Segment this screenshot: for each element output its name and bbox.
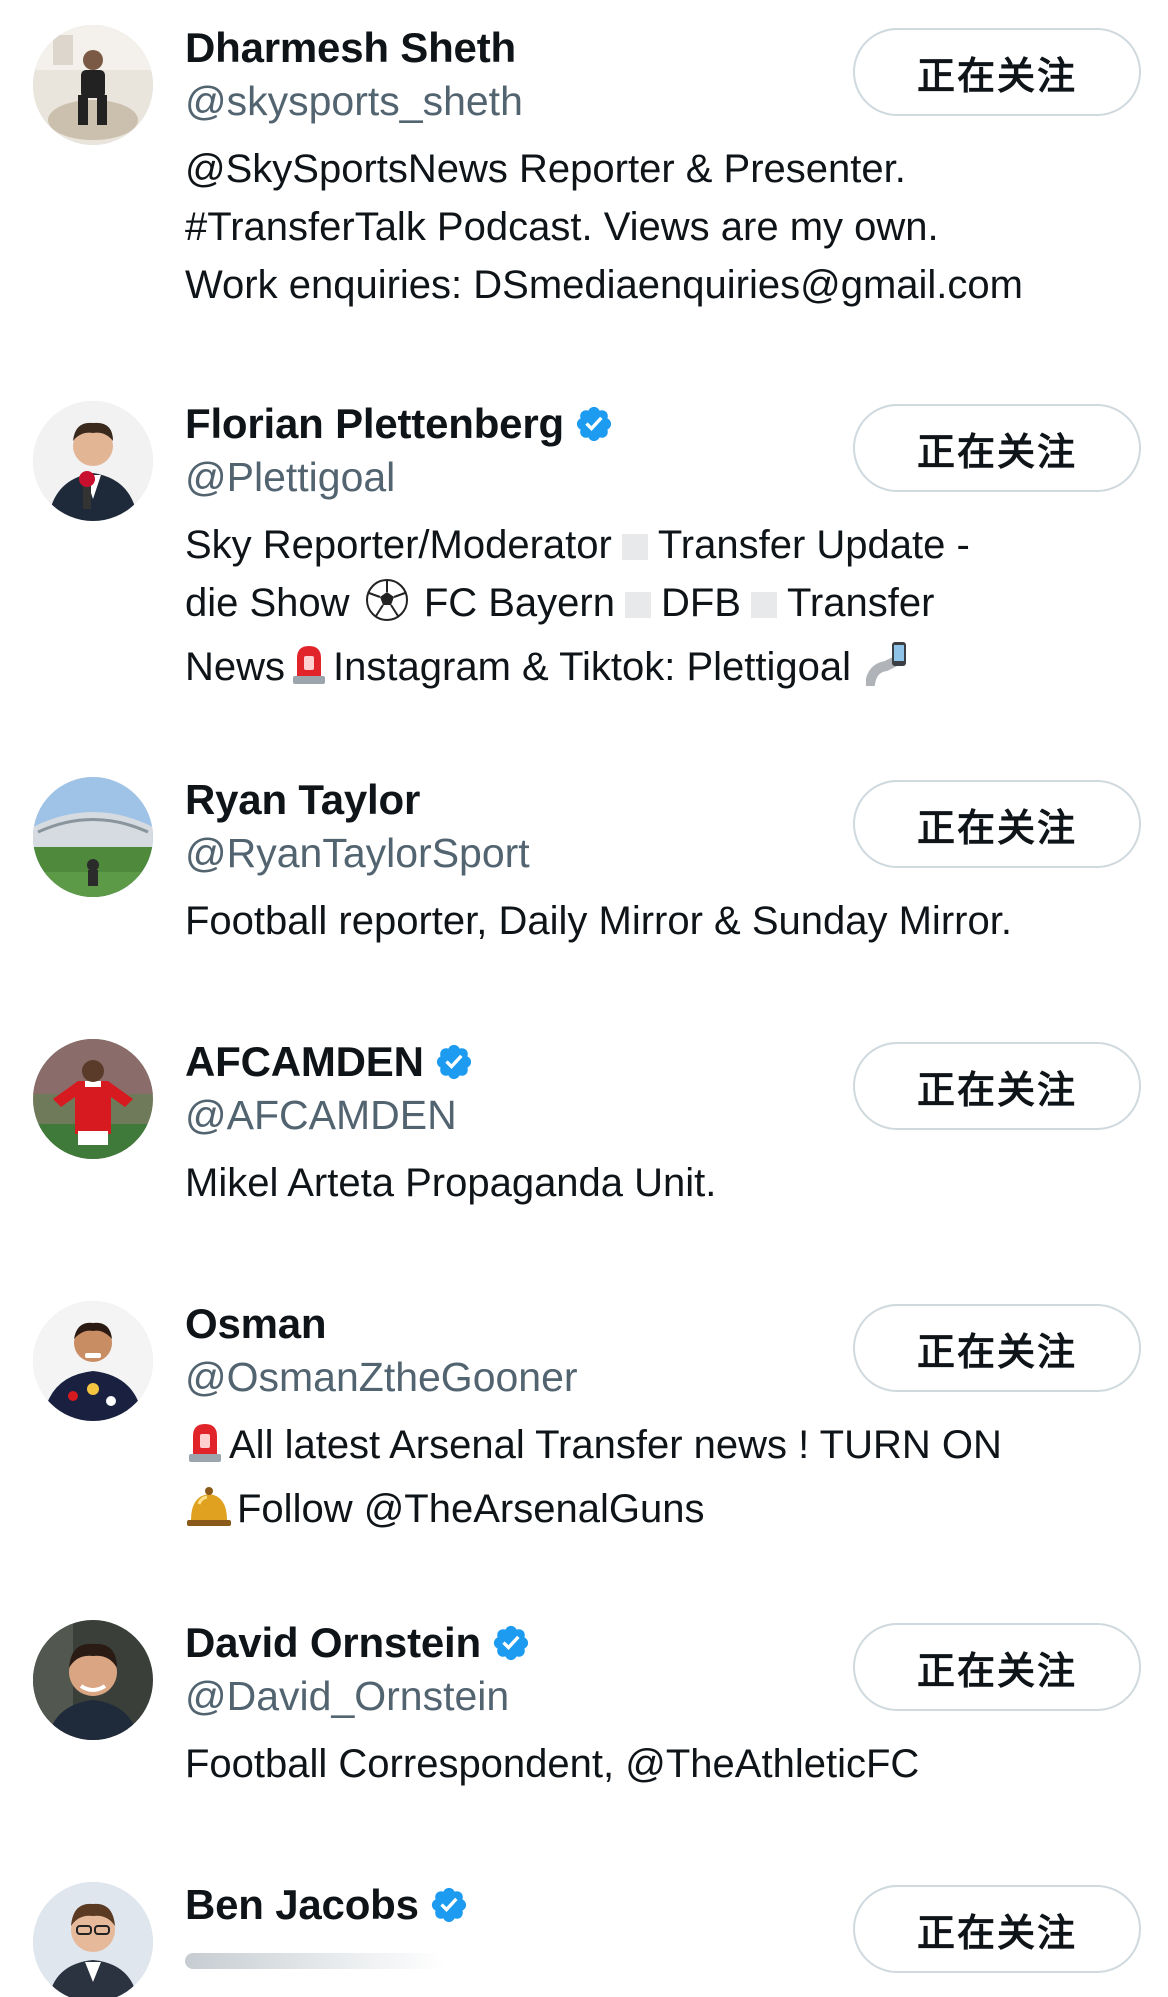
loading-placeholder <box>185 1953 445 1969</box>
user-name[interactable]: AFCAMDEN <box>185 1038 424 1086</box>
user-name[interactable]: Osman <box>185 1300 327 1348</box>
user-row-dharmesh-sheth[interactable]: Dharmesh Sheth @skysports_sheth @SkySpor… <box>0 0 1168 330</box>
user-row-ryan-taylor[interactable]: Ryan Taylor @RyanTaylorSport Football re… <box>0 752 1168 972</box>
following-button[interactable]: 正在关注 <box>853 780 1141 868</box>
avatar[interactable] <box>33 1301 153 1421</box>
following-list: Dharmesh Sheth @skysports_sheth @SkySpor… <box>0 0 1168 1997</box>
user-bio: Football Correspondent, @TheAthleticFC <box>185 1742 920 1786</box>
user-name[interactable]: Dharmesh Sheth <box>185 24 516 72</box>
rotating-light-icon <box>185 1418 225 1480</box>
user-name[interactable]: Florian Plettenberg <box>185 400 564 448</box>
following-button[interactable]: 正在关注 <box>853 1885 1141 1973</box>
bio-line: #TransferTalk Podcast. Views are my own. <box>185 205 939 249</box>
bio-text: Transfer Update - <box>657 523 970 567</box>
verified-badge-icon <box>434 1042 474 1082</box>
bio-text: DFB <box>660 581 741 625</box>
soccer-ball-icon <box>365 578 409 638</box>
avatar[interactable] <box>33 1620 153 1740</box>
following-button[interactable]: 正在关注 <box>853 1623 1141 1711</box>
user-row-florian-plettenberg[interactable]: Florian Plettenberg @Plettigoal Sky Repo… <box>0 376 1168 706</box>
user-name[interactable]: Ben Jacobs <box>185 1881 419 1929</box>
avatar[interactable] <box>33 401 153 521</box>
selfie-phone-icon <box>865 640 910 702</box>
avatar[interactable] <box>33 1039 153 1159</box>
bio-text: Follow @TheArsenalGuns <box>237 1487 705 1531</box>
verified-badge-icon <box>491 1623 531 1663</box>
square-glyph <box>621 534 648 560</box>
user-name[interactable]: David Ornstein <box>185 1619 481 1667</box>
bio-text: Instagram & Tiktok: Plettigoal <box>333 645 852 689</box>
bell-icon <box>185 1482 233 1544</box>
user-bio: Sky Reporter/Moderator Transfer Update - … <box>185 516 1148 702</box>
user-row-david-ornstein[interactable]: David Ornstein @David_Ornstein Football … <box>0 1595 1168 1815</box>
following-button[interactable]: 正在关注 <box>853 1304 1141 1392</box>
bio-text: Transfer <box>786 581 935 625</box>
bio-line: Work enquiries: DSmediaenquiries@gmail.c… <box>185 263 1023 307</box>
verified-badge-icon <box>574 404 614 444</box>
user-bio: All latest Arsenal Transfer news ! TURN … <box>185 1416 1148 1544</box>
bio-text: die Show <box>185 581 350 625</box>
user-bio: Mikel Arteta Propaganda Unit. <box>185 1161 717 1205</box>
user-bio: Football reporter, Daily Mirror & Sunday… <box>185 899 1012 943</box>
bio-text: FC Bayern <box>423 581 615 625</box>
following-button[interactable]: 正在关注 <box>853 1042 1141 1130</box>
bio-line: @SkySportsNews Reporter & Presenter. <box>185 147 906 191</box>
avatar[interactable] <box>33 777 153 897</box>
bio-text: News <box>185 645 286 689</box>
user-row-osman[interactable]: Osman @OsmanZtheGooner All latest Arsena… <box>0 1276 1168 1556</box>
rotating-light-icon <box>289 640 329 702</box>
avatar[interactable] <box>33 25 153 145</box>
user-name[interactable]: Ryan Taylor <box>185 776 420 824</box>
bio-text: All latest Arsenal Transfer news ! TURN … <box>229 1423 1002 1467</box>
following-button[interactable]: 正在关注 <box>853 28 1141 116</box>
user-row-ben-jacobs[interactable]: Ben Jacobs 正在关注 <box>0 1857 1168 1997</box>
square-glyph <box>750 592 777 618</box>
avatar[interactable] <box>33 1882 153 1997</box>
following-button[interactable]: 正在关注 <box>853 404 1141 492</box>
verified-badge-icon <box>429 1885 469 1925</box>
bio-text: Sky Reporter/Moderator <box>185 523 612 567</box>
user-bio: @SkySportsNews Reporter & Presenter. #Tr… <box>185 140 1148 314</box>
square-glyph <box>624 592 651 618</box>
user-row-afcamden[interactable]: AFCAMDEN @AFCAMDEN Mikel Arteta Propagan… <box>0 1014 1168 1234</box>
